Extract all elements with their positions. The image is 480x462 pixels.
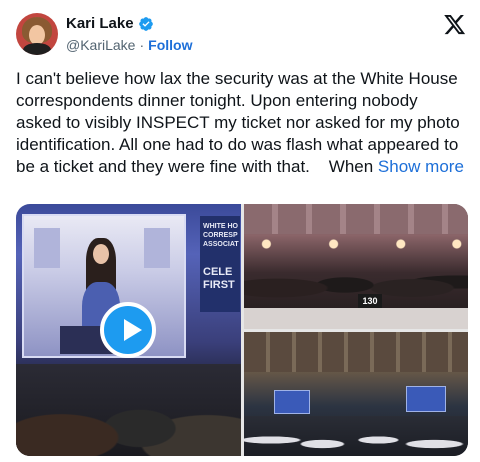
- ballroom-tables: [244, 416, 468, 456]
- video-thumbnail[interactable]: WHITE HO CORRESP ASSOCIAT CELE FIRST: [16, 204, 241, 456]
- avatar-face: [29, 25, 45, 45]
- play-icon[interactable]: [100, 302, 156, 358]
- author-name-row: Kari Lake: [66, 15, 154, 32]
- backdrop-window: [34, 228, 60, 268]
- media-grid: WHITE HO CORRESP ASSOCIAT CELE FIRST 130: [16, 204, 468, 456]
- separator-dot: ·: [139, 37, 145, 53]
- ceiling-lights: [244, 234, 468, 254]
- dinner-guests: [244, 252, 468, 312]
- author-handle-row: @KariLake · Follow: [66, 37, 192, 53]
- banner-text: WHITE HO CORRESP ASSOCIAT: [203, 223, 239, 248]
- x-logo-icon[interactable]: [444, 15, 466, 35]
- backdrop-window: [144, 228, 170, 268]
- show-more-link[interactable]: Show more: [378, 157, 464, 176]
- event-banner: WHITE HO CORRESP ASSOCIAT CELE FIRST: [200, 216, 240, 312]
- ballroom-screen-left: [274, 390, 310, 414]
- ceiling: [244, 204, 468, 234]
- audience-crowd: [16, 364, 241, 456]
- author-name[interactable]: Kari Lake: [66, 15, 134, 32]
- tweet-text: I can't believe how lax the security was…: [16, 68, 466, 178]
- author-handle[interactable]: @KariLake: [66, 37, 135, 53]
- photo-ballroom[interactable]: [244, 332, 468, 456]
- banner-text-large: CELE FIRST: [203, 266, 235, 291]
- table-number-card: 130: [358, 294, 382, 308]
- avatar-clothing: [23, 43, 51, 55]
- tweet-card: Kari Lake @KariLake · Follow I can't bel…: [0, 0, 480, 462]
- photo-dinner-tables[interactable]: 130: [244, 204, 468, 329]
- ballroom-screen-right: [406, 386, 446, 412]
- avatar[interactable]: [16, 13, 58, 55]
- tablecloth: [244, 308, 468, 329]
- ballroom-ceiling: [244, 332, 468, 372]
- speaker-face: [93, 244, 109, 264]
- follow-button[interactable]: Follow: [148, 37, 192, 53]
- verified-badge-icon: [138, 16, 153, 31]
